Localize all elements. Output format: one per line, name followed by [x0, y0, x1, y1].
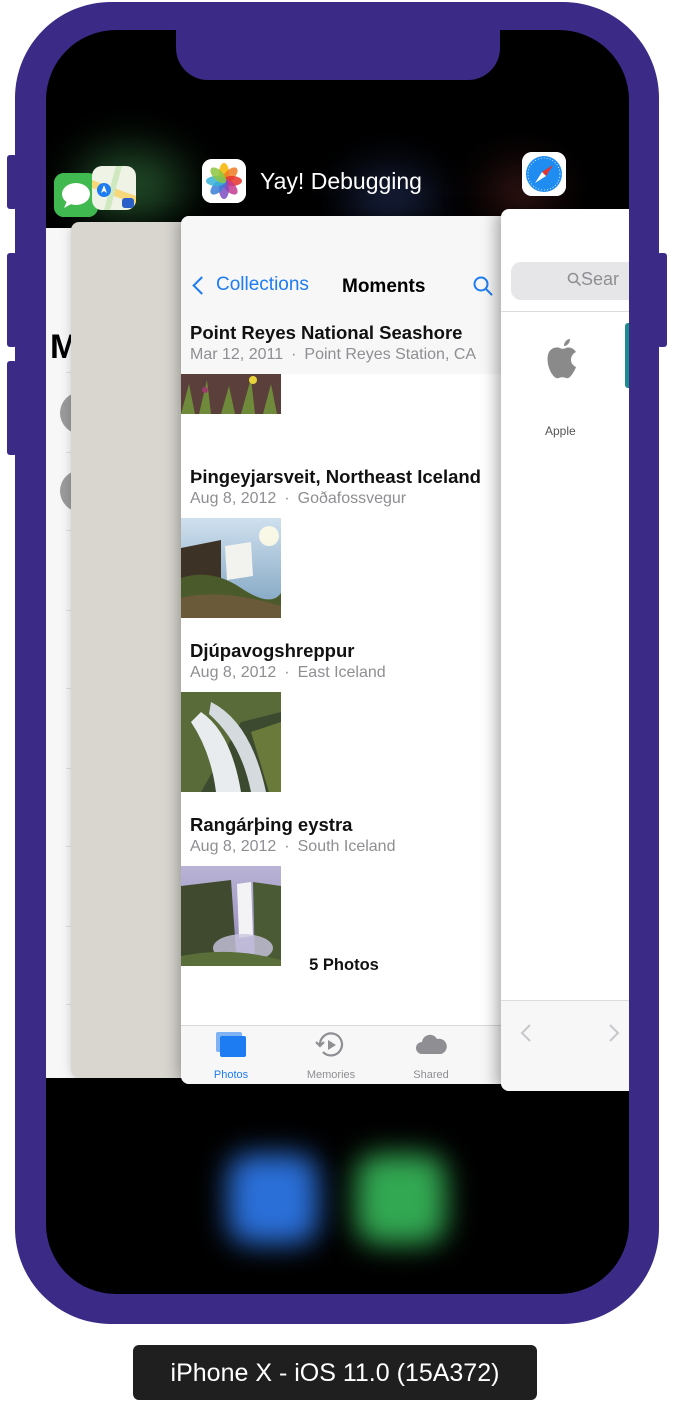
chevron-left-icon: [192, 275, 211, 295]
search-icon: [567, 272, 581, 286]
maps-app-icon[interactable]: [92, 166, 136, 210]
power-button: [657, 253, 667, 347]
section-subtitle: Aug 8, 2012 · Goðafossvegur: [190, 490, 406, 508]
notch: [176, 28, 500, 80]
section-subtitle: Aug 8, 2012 · South Iceland: [190, 838, 395, 856]
device-caption: iPhone X - iOS 11.0 (15A372): [133, 1345, 537, 1400]
section-date: Aug 8, 2012: [190, 664, 277, 681]
navigation-bar: Collections Moments: [181, 216, 507, 311]
separator: ·: [284, 664, 290, 681]
photo-thumbnail[interactable]: [181, 692, 281, 792]
section-date: Mar 12, 2011: [190, 346, 284, 363]
safari-toolbar: [501, 1000, 629, 1091]
favorite-label: Apple: [545, 424, 576, 438]
section-location: Goðafossvegur: [297, 490, 407, 507]
tab-label: Memories: [306, 1069, 356, 1081]
cloud-icon: [416, 1034, 447, 1054]
volume-down-button: [7, 361, 17, 455]
separator: ·: [284, 490, 290, 507]
back-label: Collections: [216, 274, 309, 295]
photos-tab-icon: [216, 1032, 246, 1057]
section-location: South Iceland: [297, 838, 396, 855]
safari-app-icon[interactable]: [522, 152, 566, 196]
tab-photos[interactable]: Photos: [186, 1030, 276, 1081]
section-subtitle: Mar 12, 2011 · Point Reyes Station, CA: [190, 346, 476, 364]
section-title: Djúpavogshreppur: [190, 640, 355, 661]
section-subtitle: Aug 8, 2012 · East Iceland: [190, 664, 386, 682]
tab-memories[interactable]: Memories: [286, 1030, 376, 1081]
section-location: Point Reyes Station, CA: [304, 346, 477, 363]
separator: ·: [291, 346, 297, 363]
page-title: Moments: [342, 276, 426, 297]
safari-app-card[interactable]: Sear Apple: [501, 209, 629, 1091]
section-title: Point Reyes National Seashore: [190, 322, 463, 343]
apple-logo-icon[interactable]: [541, 336, 585, 382]
section-title: Rangárþing eystra: [190, 814, 353, 835]
app-name-label: Yay! Debugging: [260, 168, 422, 194]
section-date: Aug 8, 2012: [190, 490, 277, 507]
tab-label: Photos: [213, 1069, 249, 1081]
section-title: Þingeyjarsveit, Northeast Iceland: [190, 466, 481, 487]
dock-icon-blur: [356, 1154, 446, 1244]
tab-label: Shared: [413, 1069, 449, 1081]
tab-bar: Photos Memories Shared: [181, 1025, 507, 1084]
search-placeholder: Sear: [581, 269, 620, 289]
photos-app-card[interactable]: Collections Moments Point Reyes National…: [181, 216, 507, 1084]
tab-shared[interactable]: Shared: [386, 1030, 476, 1081]
back-arrow-icon[interactable]: [519, 1023, 533, 1043]
photo-thumbnail[interactable]: [181, 518, 281, 618]
favorite-tile[interactable]: [625, 323, 629, 388]
photo-thumbnail[interactable]: [181, 866, 281, 966]
photos-app-icon[interactable]: [202, 159, 246, 203]
search-icon[interactable]: [473, 276, 493, 296]
photo-thumbnail[interactable]: [181, 374, 281, 414]
divider: [501, 311, 629, 312]
separator: ·: [284, 838, 290, 855]
forward-arrow-icon[interactable]: [607, 1023, 621, 1043]
screen: M Collections Moments Point Reyes Nation…: [46, 30, 629, 1294]
mute-switch: [7, 155, 17, 209]
photo-count-label: 5 Photos: [309, 956, 379, 974]
collections-back-button[interactable]: Collections: [189, 274, 309, 296]
dock-icon-blur: [228, 1154, 318, 1244]
volume-up-button: [7, 253, 17, 347]
section-date: Aug 8, 2012: [190, 838, 277, 855]
memories-icon: [315, 1032, 344, 1057]
section-location: East Iceland: [297, 664, 386, 681]
